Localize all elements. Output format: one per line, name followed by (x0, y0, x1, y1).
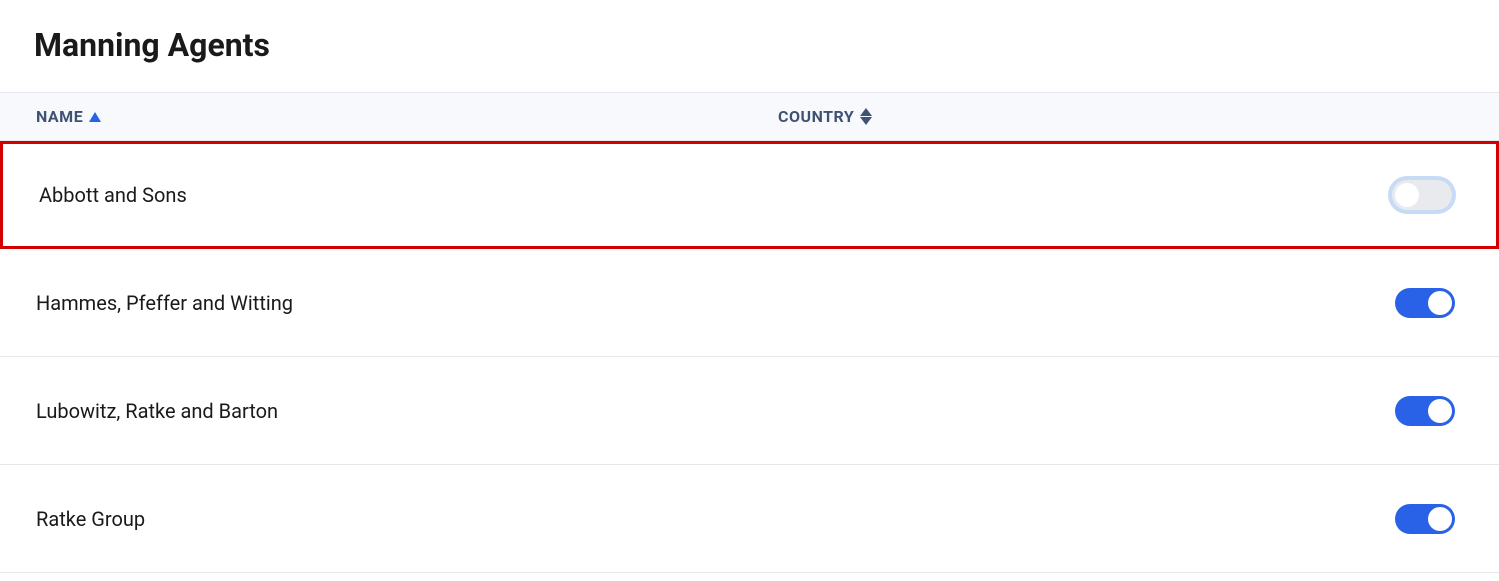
enable-toggle[interactable] (1395, 504, 1455, 534)
page-title: Manning Agents (34, 26, 1465, 64)
page-header: Manning Agents (0, 0, 1499, 93)
cell-name: Lubowitz, Ratke and Barton (36, 399, 778, 423)
page-container: Manning Agents NAME COUNTRY Abbott and S… (0, 0, 1499, 573)
toggle-knob (1428, 399, 1452, 423)
sort-asc-icon (89, 112, 101, 122)
cell-name: Ratke Group (36, 507, 778, 531)
enable-toggle[interactable] (1395, 396, 1455, 426)
cell-toggle (1204, 180, 1460, 210)
row-name-label: Lubowitz, Ratke and Barton (36, 399, 278, 423)
table-row[interactable]: Hammes, Pfeffer and Witting (0, 249, 1499, 357)
table-row[interactable]: Lubowitz, Ratke and Barton (0, 357, 1499, 465)
cell-toggle (1206, 396, 1463, 426)
cell-toggle (1206, 288, 1463, 318)
enable-toggle[interactable] (1392, 180, 1452, 210)
column-header-name-label: NAME (36, 107, 83, 126)
column-header-country-label: COUNTRY (778, 107, 854, 126)
table-row[interactable]: Ratke Group (0, 465, 1499, 573)
toggle-knob (1428, 507, 1452, 531)
sort-both-icon (860, 108, 872, 125)
table-row[interactable]: Abbott and Sons (0, 141, 1499, 249)
toggle-knob (1395, 183, 1419, 207)
cell-toggle (1206, 504, 1463, 534)
column-header-country[interactable]: COUNTRY (778, 107, 1206, 126)
column-header-name[interactable]: NAME (36, 107, 778, 126)
cell-name: Abbott and Sons (39, 183, 778, 207)
table-header: NAME COUNTRY (0, 93, 1499, 141)
row-name-label: Hammes, Pfeffer and Witting (36, 291, 293, 315)
row-name-label: Abbott and Sons (39, 183, 187, 207)
cell-name: Hammes, Pfeffer and Witting (36, 291, 778, 315)
toggle-knob (1428, 291, 1452, 315)
enable-toggle[interactable] (1395, 288, 1455, 318)
row-name-label: Ratke Group (36, 507, 145, 531)
table-body: Abbott and Sons Hammes, Pfeffer and Witti… (0, 141, 1499, 573)
